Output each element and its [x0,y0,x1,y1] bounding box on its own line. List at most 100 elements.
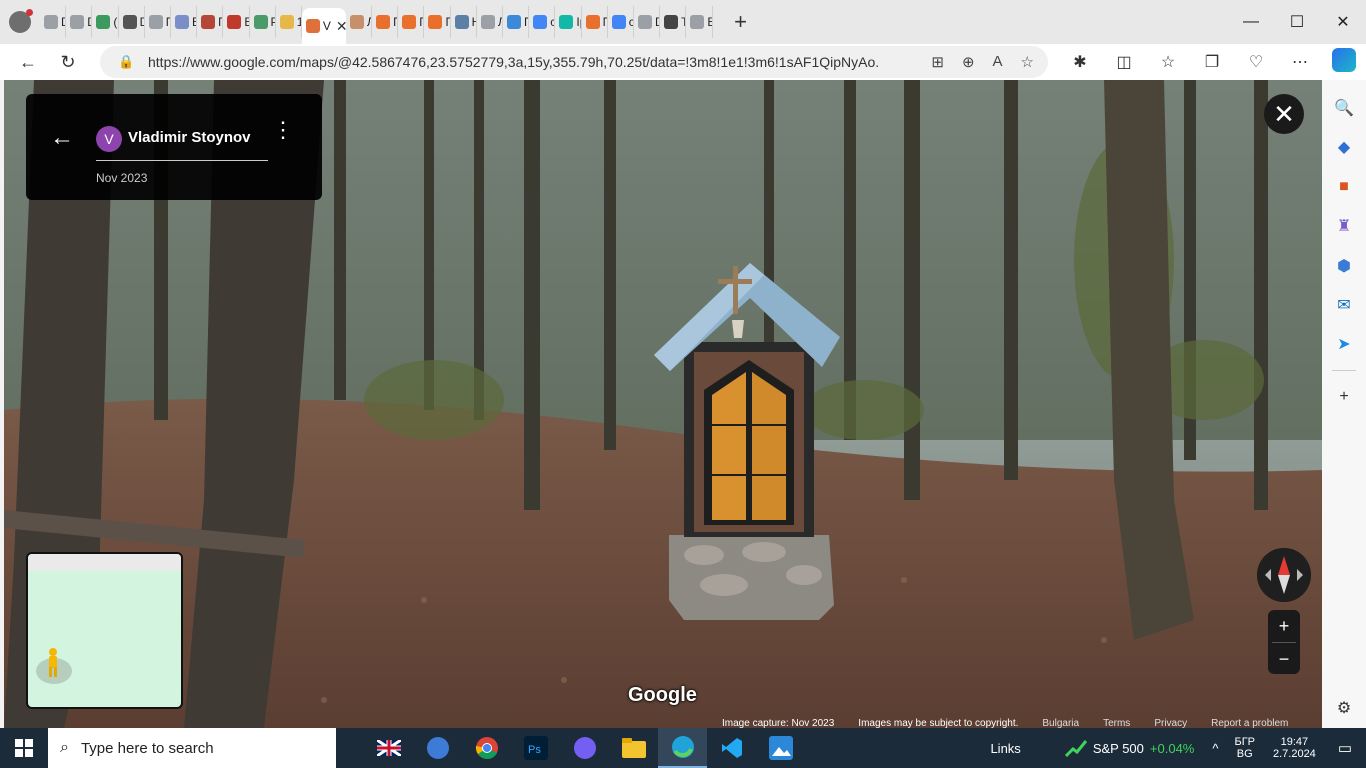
tab-favicon-icon [637,15,652,29]
browser-tab[interactable]: П [372,6,399,38]
chrome-icon[interactable] [462,728,511,768]
copilot-icon[interactable] [1322,47,1366,77]
stock-widget[interactable]: S&P 500 +0.04% [1064,738,1194,758]
close-tab-icon[interactable]: ✕ [336,18,346,35]
profile-button[interactable] [0,0,40,44]
back-icon[interactable]: ← [8,44,48,80]
browser-tab[interactable]: c. [608,6,634,38]
links-toolbar[interactable]: Links [990,741,1020,756]
tab-favicon-icon [454,15,469,29]
viber-icon[interactable] [560,728,609,768]
browser-tab[interactable]: D [119,6,145,38]
outlook-icon[interactable]: ✉ [1322,285,1366,324]
input-language[interactable]: БГР BG [1234,736,1255,760]
browser-tab[interactable]: Б [171,6,198,38]
clock[interactable]: 19:47 2.7.2024 [1273,736,1316,760]
browser-tab[interactable]: D [66,6,93,38]
tab-favicon-icon [402,15,417,29]
report-problem-link[interactable]: Report a problem [1211,718,1288,728]
pegman-icon[interactable] [46,648,60,678]
tools-icon[interactable]: ■ [1322,167,1366,206]
search-icon[interactable]: 🔍 [1322,88,1366,127]
browser-tab[interactable]: П [582,6,608,38]
address-toolbar: ← ↻ 🔒 https://www.google.com/maps/@42.58… [0,44,1366,80]
tab-favicon-icon [480,15,495,29]
uk-flag-icon[interactable] [364,728,413,768]
browser-tab[interactable]: D [634,6,661,38]
file-explorer-icon[interactable] [609,728,658,768]
terms-link[interactable]: Terms [1103,718,1130,728]
tab-favicon-icon [507,15,521,29]
privacy-link[interactable]: Privacy [1154,718,1187,728]
browser-tab[interactable]: П [503,6,530,38]
send-icon[interactable]: ➤ [1322,325,1366,364]
url-text[interactable]: https://www.google.com/maps/@42.5867476,… [148,54,878,70]
browser-tab[interactable]: Ei [686,6,713,38]
refresh-icon[interactable]: ↻ [48,44,88,80]
app-available-icon[interactable]: ⊞ [931,53,944,71]
browser-tab[interactable]: Л [477,6,503,38]
browser-tab[interactable]: В [223,6,250,38]
split-screen-icon[interactable]: ◫ [1102,52,1146,72]
shopping-tag-icon[interactable]: ◆ [1322,127,1366,166]
add-sidebar-icon[interactable]: + [1322,377,1366,416]
browser-tab[interactable]: П [398,6,425,38]
browser-tab[interactable]: ce [529,6,556,38]
more-options-icon[interactable]: ⋮ [272,119,294,141]
address-bar[interactable]: 🔒 https://www.google.com/maps/@42.586747… [100,46,1048,78]
browser-tab[interactable]: Н [451,6,477,38]
lock-icon[interactable]: 🔒 [118,54,148,70]
taskbar-search[interactable]: ⌕ Type here to search [48,728,336,768]
country-link[interactable]: Bulgaria [1042,718,1079,728]
read-aloud-icon[interactable]: A [993,53,1003,71]
browser-tab[interactable]: D [40,6,67,38]
new-tab-button[interactable]: + [723,9,759,35]
settings-more-icon[interactable]: ⋯ [1278,52,1322,72]
photoshop-icon[interactable]: Ps [511,728,560,768]
browser-tab[interactable]: П [197,6,224,38]
windows-logo-icon [15,739,33,757]
compass-icon[interactable] [1257,548,1311,602]
zoom-icon[interactable]: ⊕ [962,53,975,71]
tab-favicon-icon [70,15,85,29]
minimize-icon[interactable]: — [1228,0,1274,44]
qbittorrent-icon[interactable] [413,728,462,768]
zoom-in-button[interactable]: + [1268,610,1300,642]
contributor-avatar[interactable]: V [96,126,122,152]
tab-favicon-icon [148,15,163,29]
browser-tab[interactable]: Ip [555,6,582,38]
tab-favicon-icon [611,15,626,29]
collections-icon[interactable]: ❐ [1190,52,1234,72]
browser-essentials-icon[interactable]: ♡ [1234,52,1278,72]
browser-tab[interactable]: Т [660,6,687,38]
extensions-icon[interactable]: ✱ [1058,52,1102,72]
show-hidden-icons-icon[interactable]: ^ [1212,741,1218,756]
back-arrow-icon[interactable]: ← [50,124,74,152]
start-button[interactable] [0,728,48,768]
minimap[interactable] [26,552,183,709]
vscode-icon[interactable] [707,728,756,768]
browser-tab[interactable]: V ✕ [301,8,346,44]
name-underline [96,160,268,161]
maximize-icon[interactable]: ☐ [1274,0,1320,44]
streetview-panorama[interactable]: ← V Vladimir Stoynov ⋮ Nov 2023 ✕ + − Go… [4,80,1322,728]
browser-tab[interactable]: P. [250,6,276,38]
close-streetview-button[interactable]: ✕ [1264,94,1304,134]
photos-icon[interactable] [756,728,805,768]
games-icon[interactable]: ♜ [1322,206,1366,245]
browser-tab[interactable]: 14 [276,6,302,38]
microsoft-365-icon[interactable]: ⬢ [1322,246,1366,285]
favorite-star-icon[interactable]: ☆ [1021,53,1034,71]
browser-tab[interactable]: (6 [92,6,119,38]
favorites-icon[interactable]: ☆ [1146,52,1190,72]
edge-icon[interactable] [658,728,707,768]
tab-favicon-icon [174,15,189,29]
contributor-name[interactable]: Vladimir Stoynov [128,129,251,146]
zoom-out-button[interactable]: − [1268,643,1300,675]
browser-tab[interactable]: П [424,6,451,38]
close-window-icon[interactable]: ✕ [1320,0,1366,44]
browser-tab[interactable]: Л [346,6,373,38]
notifications-icon[interactable]: ▭ [1338,739,1352,757]
sidebar-settings-icon[interactable]: ⚙ [1322,689,1366,728]
browser-tab[interactable]: П [145,6,171,38]
